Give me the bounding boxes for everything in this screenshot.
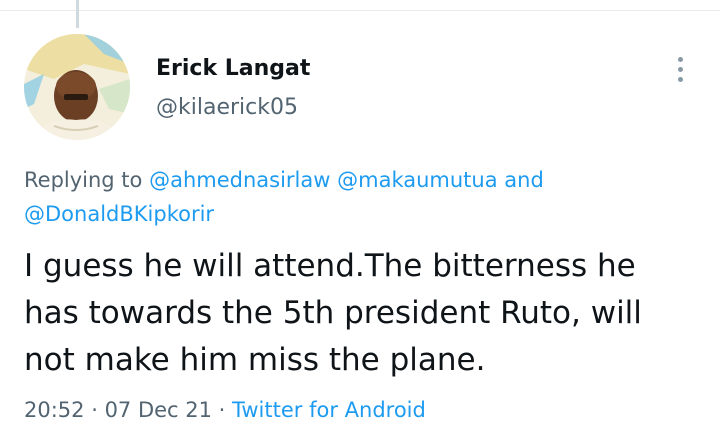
tweet-source-link[interactable]: Twitter for Android: [232, 398, 426, 422]
more-vertical-icon-dot: [677, 66, 683, 72]
mention-link[interactable]: @ahmednasirlaw: [149, 168, 330, 192]
conjunction-text: and: [497, 168, 544, 192]
tweet-detail: Erick Langat @kilaerick05 Replying to @a…: [0, 0, 720, 448]
tweet-date[interactable]: 07 Dec 21: [105, 398, 212, 422]
more-vertical-icon: [677, 56, 683, 62]
tweet-text-line: not make him miss the plane.: [24, 342, 486, 378]
replying-to-line: @DonaldBKipkorir: [24, 202, 704, 226]
thread-connector-line: [76, 0, 79, 28]
separator: ·: [212, 398, 233, 422]
tweet-text-line: has towards the 5th president Ruto, will: [24, 295, 642, 331]
mention-link[interactable]: @DonaldBKipkorir: [24, 202, 214, 226]
tweet-time[interactable]: 20:52: [24, 398, 85, 422]
replying-to-line: Replying to @ahmednasirlaw @makaumutua a…: [24, 168, 704, 192]
author-display-name[interactable]: Erick Langat: [156, 56, 310, 81]
author-handle[interactable]: @kilaerick05: [156, 95, 298, 120]
avatar[interactable]: [24, 34, 130, 140]
avatar-image: [24, 34, 130, 140]
tweet-metadata: 20:52 · 07 Dec 21 · Twitter for Android: [24, 398, 426, 422]
mention-link[interactable]: @makaumutua: [337, 168, 497, 192]
replying-to-label: Replying to: [24, 168, 150, 192]
tweet-text-line: I guess he will attend.The bitterness he: [24, 248, 636, 284]
divider: [0, 10, 720, 11]
more-options-button[interactable]: [668, 52, 692, 86]
more-vertical-icon-dot: [677, 76, 683, 82]
separator: ·: [84, 398, 105, 422]
